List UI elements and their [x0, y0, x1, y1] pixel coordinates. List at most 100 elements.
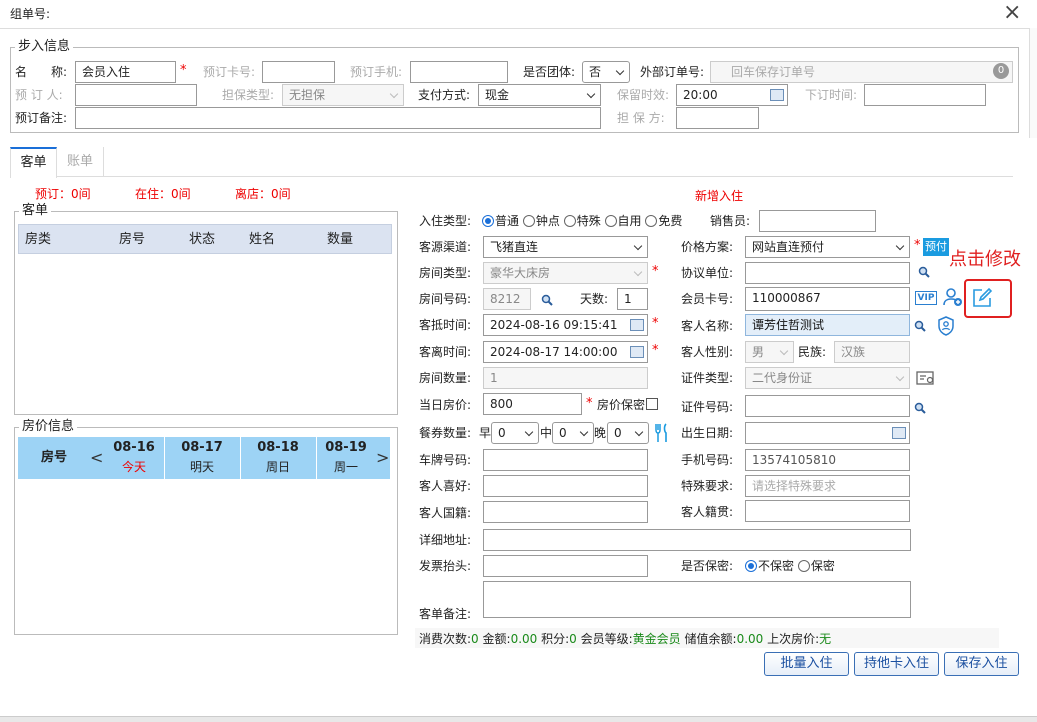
invoice-input[interactable]: [483, 555, 648, 577]
calendar-icon[interactable]: [630, 346, 644, 358]
hobby-input[interactable]: [483, 475, 648, 497]
native-input[interactable]: [745, 500, 910, 522]
day-label: 明天: [189, 460, 214, 474]
member-card-input[interactable]: 110000867: [745, 287, 910, 311]
nationality-input[interactable]: [483, 501, 648, 523]
price-plan-select[interactable]: 网站直连预付: [745, 236, 910, 258]
guest-name-input[interactable]: 谭芳住哲测试: [745, 314, 910, 336]
booking-phone-input[interactable]: [410, 61, 508, 83]
retain-time-input[interactable]: 20:00: [676, 84, 788, 106]
radio-secret[interactable]: [797, 560, 810, 572]
radio-free[interactable]: [645, 215, 658, 227]
pay-label: 支付方式:: [418, 88, 471, 102]
booking-remark-input[interactable]: [75, 107, 601, 129]
group-label: 是否团体:: [523, 65, 576, 79]
mobile-input[interactable]: 13574105810: [745, 449, 910, 471]
close-icon[interactable]: ×: [1003, 0, 1021, 26]
special-input[interactable]: 请选择特殊要求: [745, 475, 910, 497]
day-price-input[interactable]: 800: [483, 393, 582, 415]
id-type-select[interactable]: 二代身份证: [745, 367, 910, 389]
gender-select[interactable]: 男: [745, 341, 794, 363]
room-type-select[interactable]: 豪华大床房: [483, 262, 648, 284]
phone-label: 预订手机:: [350, 65, 403, 79]
sales-input[interactable]: [759, 210, 876, 232]
birth-date-input[interactable]: [745, 422, 910, 444]
room-search-icon[interactable]: [541, 294, 553, 306]
calendar-icon[interactable]: [630, 319, 644, 331]
birth-label: 出生日期:: [681, 426, 734, 440]
room-no-input[interactable]: 8212: [483, 288, 531, 310]
booking-person-input[interactable]: [75, 84, 197, 106]
col-room-type: 房类: [25, 232, 52, 247]
pay-method-select[interactable]: 现金: [478, 84, 601, 106]
secret-radios[interactable]: 不保密 保密: [745, 556, 835, 576]
prev-arrow-icon[interactable]: <: [90, 437, 104, 479]
vip-icon[interactable]: VIP: [915, 291, 937, 305]
arrive-time-input[interactable]: 2024-08-16 09:15:41: [483, 314, 648, 336]
radio-hourly[interactable]: [522, 215, 535, 227]
member-card-label: 会员卡号:: [681, 292, 734, 306]
order-time-input[interactable]: [864, 84, 986, 106]
lunch-label: 中: [540, 426, 553, 440]
checkin-type-radios[interactable]: 普通 钟点 特殊 自用 免费: [482, 211, 682, 231]
day-label: 周一: [333, 460, 358, 474]
days-label: 天数:: [580, 292, 609, 306]
batch-checkin-button[interactable]: 批量入住: [764, 652, 849, 676]
shield-user-icon[interactable]: [937, 316, 955, 336]
mobile-label: 手机号码:: [681, 453, 734, 467]
agreement-input[interactable]: [745, 262, 910, 284]
price-room-col: 房号: [40, 450, 67, 465]
depart-time-input[interactable]: 2024-08-17 14:00:00: [483, 341, 648, 363]
edit-icon[interactable]: [971, 287, 993, 309]
form-heading: 新增入住: [695, 189, 744, 203]
radio-normal[interactable]: [482, 215, 494, 227]
guest-remark-label: 客单备注:: [419, 607, 472, 621]
channel-select[interactable]: 飞猪直连: [483, 236, 648, 258]
lunch-select[interactable]: 0: [552, 422, 594, 444]
id-no-input[interactable]: [745, 395, 910, 417]
other-card-checkin-button[interactable]: 持他卡入住: [854, 652, 939, 676]
calendar-icon[interactable]: [770, 89, 784, 101]
id-card-reader-icon[interactable]: [916, 370, 936, 386]
group-select[interactable]: 否: [582, 61, 630, 83]
days-input[interactable]: 1: [617, 288, 648, 310]
name-input[interactable]: 会员入住: [75, 61, 176, 83]
save-checkin-button[interactable]: 保存入住: [944, 652, 1019, 676]
col-status: 状态: [189, 232, 216, 247]
price-secret-checkbox[interactable]: [646, 398, 658, 410]
id-search-icon[interactable]: [914, 402, 926, 414]
room-no-label: 房间号码:: [419, 292, 472, 306]
dialog-title: 组单号:: [10, 7, 51, 21]
stat-left: 离店：0间: [235, 187, 291, 201]
guarantor-input[interactable]: [676, 107, 759, 129]
stat-reserved: 预订：0间: [35, 187, 91, 201]
next-arrow-icon[interactable]: >: [376, 437, 390, 479]
calendar-icon[interactable]: [892, 427, 906, 439]
breakfast-select[interactable]: 0: [491, 422, 539, 444]
person-label: 预 订 人:: [15, 88, 63, 102]
room-count-input[interactable]: 1: [483, 367, 648, 389]
tab-guest[interactable]: 客单: [10, 147, 57, 178]
guest-table-header: 房类 房号 状态 姓名 数量: [18, 224, 392, 254]
guest-remark-textarea[interactable]: [483, 581, 911, 618]
sales-label: 销售员:: [710, 214, 751, 228]
guest-list-legend: 客单: [19, 203, 52, 219]
guarantee-type-select[interactable]: 无担保: [282, 84, 404, 106]
search-icon[interactable]: [918, 266, 930, 278]
guarantee-type-label: 担保类型:: [222, 88, 275, 102]
plate-input[interactable]: [483, 449, 648, 471]
radio-self[interactable]: [604, 215, 617, 227]
ethnic-input[interactable]: 汉族: [834, 341, 910, 363]
ext-order-input[interactable]: 回车保存订单号: [710, 61, 1013, 83]
add-user-icon[interactable]: [943, 287, 963, 307]
address-input[interactable]: [483, 529, 911, 551]
day-date: 08-17: [181, 440, 223, 455]
radio-not-secret[interactable]: [745, 560, 757, 572]
price-secret-label: 房价保密: [597, 398, 646, 412]
radio-special[interactable]: [563, 215, 576, 227]
tab-bill[interactable]: 账单: [57, 147, 104, 177]
booking-card-input[interactable]: [262, 61, 335, 83]
dinner-select[interactable]: 0: [607, 422, 649, 444]
secret-label: 是否保密:: [681, 559, 734, 573]
guest-search-icon[interactable]: [914, 320, 926, 332]
